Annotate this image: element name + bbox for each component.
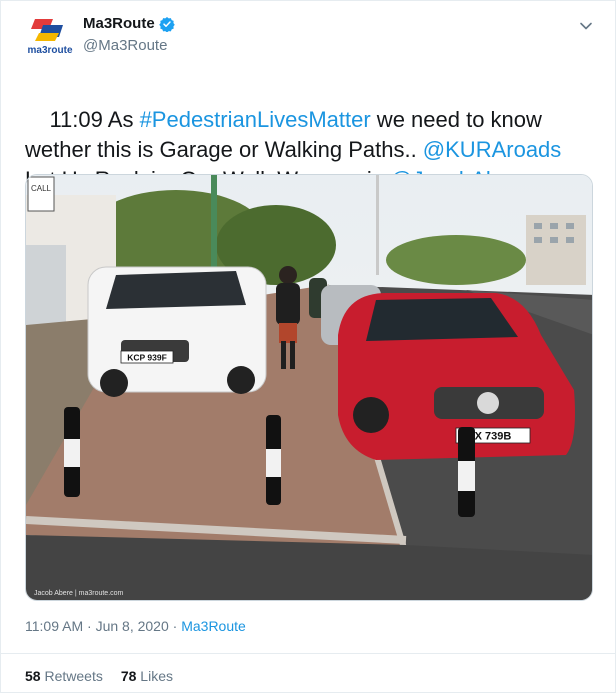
plate-left-text: KCP 939F	[127, 353, 167, 363]
tweet-meta: 11:09 AM · Jun 8, 2020 · Ma3Route	[25, 618, 246, 634]
likes-label: Likes	[140, 668, 173, 684]
logo-text: ma3route	[27, 45, 72, 56]
tweet-text-segment: 11:09 As	[49, 107, 140, 132]
tweet-menu-caret[interactable]	[575, 15, 597, 37]
author-display-name[interactable]: Ma3Route	[83, 15, 155, 32]
ma3route-logo-avatar[interactable]: ma3route	[25, 11, 75, 61]
author-handle[interactable]: @Ma3Route	[83, 37, 167, 54]
retweets-stat[interactable]: 58 Retweets	[25, 668, 103, 684]
mention-link-kuraroads[interactable]: @KURAroads	[423, 137, 562, 162]
shop-sign-text: CALL	[31, 184, 52, 193]
tweet-time[interactable]: 11:09 AM	[25, 618, 83, 634]
tweet-photo[interactable]: CALL KCP 939F X 739B Jacob Abere | ma3ro…	[25, 174, 593, 601]
divider	[1, 653, 615, 654]
photo-watermark: Jacob Abere | ma3route.com	[34, 590, 124, 597]
author-name-row: Ma3Route	[83, 15, 175, 32]
tweet-card: ma3route Ma3Route @Ma3Route 11:09 As #Pe…	[0, 0, 616, 693]
tweet-date[interactable]: Jun 8, 2020	[96, 618, 169, 634]
chevron-down-icon	[580, 22, 592, 30]
retweets-label: Retweets	[44, 668, 103, 684]
meta-separator: ·	[168, 618, 182, 634]
hashtag-link[interactable]: #PedestrianLivesMatter	[140, 107, 371, 132]
tweet-stats: 58 Retweets 78 Likes	[25, 668, 173, 684]
photo-illustration: CALL KCP 939F X 739B Jacob Abere | ma3ro…	[26, 175, 592, 600]
verified-badge-icon	[158, 16, 175, 32]
likes-stat[interactable]: 78 Likes	[121, 668, 173, 684]
plate-right-text: X 739B	[475, 431, 512, 443]
retweets-count: 58	[25, 668, 41, 684]
likes-count: 78	[120, 668, 137, 684]
tweet-source-link[interactable]: Ma3Route	[181, 618, 246, 634]
meta-separator: ·	[83, 618, 96, 634]
